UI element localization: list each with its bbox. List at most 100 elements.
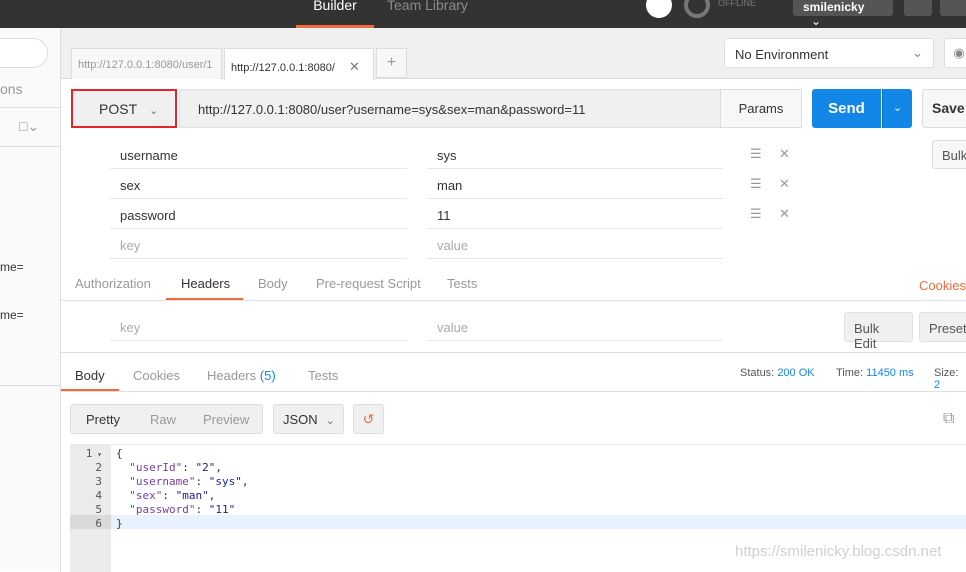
json-value: "man" — [175, 489, 209, 502]
settings-icon[interactable] — [940, 0, 966, 16]
divider — [61, 391, 966, 392]
json-value: "2" — [195, 461, 216, 474]
delete-icon[interactable]: ✕ — [779, 146, 790, 162]
delete-icon[interactable]: ✕ — [779, 206, 790, 222]
code-line: "sex": "man", — [129, 489, 216, 502]
param-row: username sys — [110, 140, 723, 170]
bulk-edit-button[interactable]: Bulk — [932, 140, 966, 169]
trash-icon[interactable]: □⌄ — [19, 118, 39, 135]
url-input[interactable]: http://127.0.0.1:8080/user?username=sys&… — [179, 89, 721, 128]
line-number: 6 — [95, 517, 102, 530]
presets-button[interactable]: Presets — [919, 312, 966, 342]
offline-status: OFFLINE — [718, 0, 757, 8]
json-key: "sex" — [129, 489, 163, 502]
close-icon[interactable]: ✕ — [349, 59, 360, 74]
code-line: "userId": "2", — [129, 461, 222, 474]
environment-label: No Environment — [735, 47, 829, 62]
divider — [0, 107, 61, 108]
preview-button[interactable]: Preview — [203, 412, 249, 427]
param-value[interactable]: man — [427, 170, 723, 199]
code-line: "password": "11" — [129, 503, 236, 516]
bell-icon[interactable] — [904, 0, 932, 16]
top-bar: Builder Team Library OFFLINE smilenicky … — [0, 0, 966, 28]
request-tab-active[interactable]: http://127.0.0.1:8080/ ✕ — [224, 48, 374, 80]
response-tab-cookies[interactable]: Cookies — [133, 368, 180, 383]
line-number: 4 — [95, 489, 102, 502]
json-key: "username" — [129, 475, 196, 488]
time-indicator: Time: 11450 ms — [836, 367, 914, 379]
tab-tests[interactable]: Tests — [447, 276, 477, 291]
line-number: 1 ▾ — [85, 447, 102, 460]
raw-button[interactable]: Raw — [150, 412, 176, 427]
response-tab-headers-label: Headers — [207, 368, 257, 383]
chevron-down-icon: ⌄ — [325, 415, 335, 427]
new-tab-button[interactable]: + — [376, 48, 407, 78]
param-value-input[interactable]: value — [427, 230, 723, 259]
watermark: https://smilenicky.blog.csdn.net — [735, 543, 942, 560]
drag-handle-icon[interactable]: ☰ — [750, 206, 762, 222]
tab-headers[interactable]: Headers — [181, 276, 230, 291]
history-item[interactable]: me= — [0, 260, 24, 274]
send-dropdown-button[interactable]: ⌄ — [882, 89, 912, 128]
param-key-input[interactable]: key — [110, 230, 407, 259]
response-tab-headers[interactable]: Headers (5) — [207, 368, 276, 383]
drag-handle-icon[interactable]: ☰ — [750, 176, 762, 192]
params-button[interactable]: Params — [720, 89, 802, 128]
param-key[interactable]: sex — [110, 170, 407, 199]
sidebar-search-input[interactable] — [0, 38, 48, 68]
tab-team-library[interactable]: Team Library — [387, 0, 468, 12]
drag-handle-icon[interactable]: ☰ — [750, 146, 762, 162]
format-select[interactable]: JSON ⌄ — [273, 404, 344, 434]
time-label: Time: — [836, 367, 864, 379]
status-indicator: Status: 200 OK — [740, 367, 815, 379]
send-button[interactable]: Send — [812, 89, 881, 128]
line-number: 2 — [95, 461, 102, 474]
wrap-lines-icon[interactable]: ↺ — [353, 404, 384, 434]
header-key-input[interactable]: key — [110, 312, 407, 341]
header-row-new: key value — [110, 312, 723, 342]
user-menu[interactable]: smilenicky ⌄ — [793, 0, 893, 28]
response-tab-tests[interactable]: Tests — [308, 368, 338, 383]
tab-body[interactable]: Body — [258, 276, 288, 291]
username-label: smilenicky — [803, 0, 865, 14]
request-tab[interactable]: http://127.0.0.1:8080/user/1 — [71, 48, 222, 79]
delete-icon[interactable]: ✕ — [779, 176, 790, 192]
response-tab-body[interactable]: Body — [75, 368, 105, 383]
json-value: "11" — [208, 503, 236, 516]
header-value-input[interactable]: value — [427, 312, 723, 341]
interceptor-icon[interactable] — [646, 0, 672, 18]
headers-count-badge: (5) — [259, 368, 276, 383]
tab-pre-request-script[interactable]: Pre-request Script — [316, 276, 421, 291]
divider — [0, 385, 61, 386]
environment-select[interactable]: No Environment ⌄ — [724, 38, 934, 68]
tab-builder[interactable]: Builder — [296, 0, 374, 28]
copy-icon[interactable]: ⧉ — [943, 410, 954, 428]
pretty-button[interactable]: Pretty — [71, 405, 137, 433]
chevron-down-icon: ⌄ — [149, 105, 159, 117]
line-number: 5 — [95, 503, 102, 516]
sidebar-collections-tab[interactable]: ons — [0, 81, 23, 97]
divider — [0, 146, 61, 147]
save-button[interactable]: Save — [922, 89, 966, 128]
eye-icon[interactable]: ◉ — [944, 38, 966, 68]
cookies-link[interactable]: Cookies — [919, 278, 966, 293]
param-key[interactable]: password — [110, 200, 407, 229]
size-indicator: Size: 2 — [934, 367, 966, 391]
sync-icon[interactable] — [684, 0, 710, 18]
request-tabs-bar: http://127.0.0.1:8080/user/1 http://127.… — [61, 28, 711, 80]
format-select-label: JSON — [283, 412, 318, 427]
method-select[interactable]: POST ⌄ — [71, 89, 177, 128]
param-value[interactable]: sys — [427, 140, 723, 169]
divider — [61, 352, 966, 353]
status-value: 200 OK — [777, 367, 815, 379]
time-value: 11450 ms — [866, 367, 914, 379]
param-key[interactable]: username — [110, 140, 407, 169]
history-item[interactable]: me= — [0, 308, 24, 322]
param-row: password 11 — [110, 200, 723, 230]
bulk-edit-button[interactable]: Bulk Edit — [844, 312, 913, 351]
divider — [61, 300, 966, 301]
method-label: POST — [99, 101, 138, 117]
tab-authorization[interactable]: Authorization — [75, 276, 151, 291]
param-value[interactable]: 11 — [427, 200, 723, 229]
code-line: } — [116, 517, 123, 530]
